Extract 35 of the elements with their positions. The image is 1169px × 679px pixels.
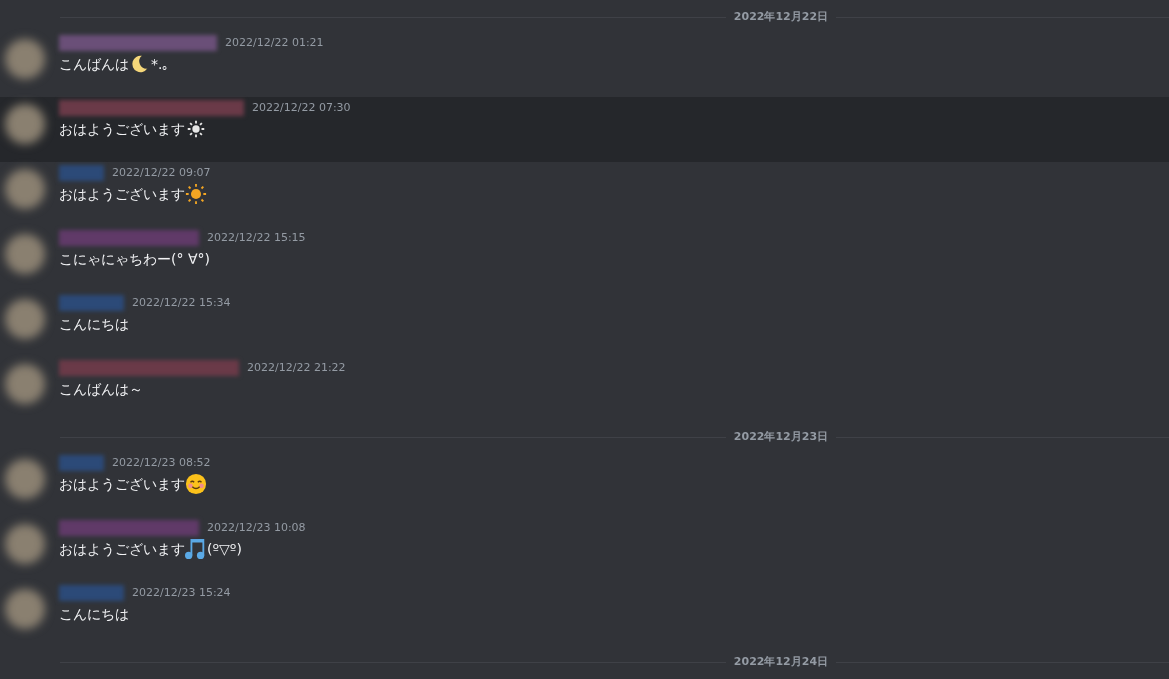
message-text: (º▽º) bbox=[207, 539, 242, 559]
message-text: おはようございます bbox=[59, 474, 185, 494]
date-divider-label: 2022年12月24日 bbox=[732, 653, 830, 670]
timestamp: 2022/12/23 08:52 bbox=[112, 455, 211, 471]
message-text: おはようございます bbox=[59, 539, 185, 559]
blurred-avatar[interactable] bbox=[5, 234, 45, 274]
message-text: おはようございます bbox=[59, 119, 185, 139]
blurred-avatar[interactable] bbox=[5, 299, 45, 339]
message-text: こにゃにゃちわー(° ∀°) bbox=[59, 249, 210, 269]
sun-icon bbox=[185, 182, 207, 205]
blurred-avatar[interactable] bbox=[5, 104, 45, 144]
blurred-avatar[interactable] bbox=[5, 589, 45, 629]
blurred-avatar[interactable] bbox=[5, 169, 45, 209]
blurred-avatar[interactable] bbox=[5, 364, 45, 404]
message-text: おはようございます bbox=[59, 184, 185, 204]
message-text: こんばんは～ bbox=[59, 379, 143, 399]
blurred-avatar[interactable] bbox=[5, 524, 45, 564]
timestamp: 2022/12/22 15:34 bbox=[132, 295, 231, 311]
timestamp: 2022/12/22 09:07 bbox=[112, 165, 211, 181]
timestamp: 2022/12/22 07:30 bbox=[252, 100, 351, 116]
music-notes-icon bbox=[185, 537, 207, 560]
timestamp: 2022/12/22 21:22 bbox=[247, 360, 346, 376]
timestamp: 2022/12/22 15:15 bbox=[207, 230, 306, 246]
blurred-avatar[interactable] bbox=[5, 459, 45, 499]
timestamp: 2022/12/23 15:24 bbox=[132, 585, 231, 601]
timestamp: 2022/12/23 10:08 bbox=[207, 520, 306, 536]
message-text: こんばんは bbox=[59, 54, 129, 74]
timestamp: 2022/12/22 01:21 bbox=[225, 35, 324, 51]
date-divider-label: 2022年12月23日 bbox=[732, 428, 830, 445]
message-text: *.｡ bbox=[151, 54, 170, 74]
message-text: こんにちは bbox=[59, 314, 129, 334]
date-divider-label: 2022年12月22日 bbox=[732, 8, 830, 25]
blurred-avatar[interactable] bbox=[5, 39, 45, 79]
smiling-face-icon bbox=[185, 472, 207, 495]
message-text: こんにちは bbox=[59, 604, 129, 624]
